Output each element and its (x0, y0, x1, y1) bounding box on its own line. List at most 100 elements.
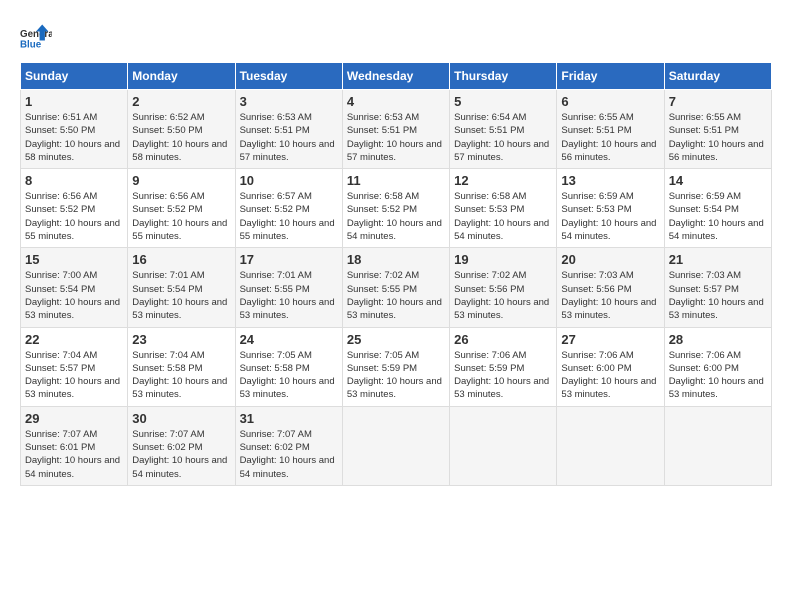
calendar-cell: 10 Sunrise: 6:57 AM Sunset: 5:52 PM Dayl… (235, 169, 342, 248)
day-info: Sunrise: 6:53 AM Sunset: 5:51 PM Dayligh… (240, 111, 338, 164)
day-info: Sunrise: 7:06 AM Sunset: 5:59 PM Dayligh… (454, 349, 552, 402)
column-header-monday: Monday (128, 63, 235, 90)
column-headers: SundayMondayTuesdayWednesdayThursdayFrid… (21, 63, 772, 90)
calendar-cell (557, 406, 664, 485)
day-number: 14 (669, 173, 767, 188)
calendar-cell: 12 Sunrise: 6:58 AM Sunset: 5:53 PM Dayl… (450, 169, 557, 248)
day-number: 7 (669, 94, 767, 109)
calendar-cell (450, 406, 557, 485)
calendar-cell: 2 Sunrise: 6:52 AM Sunset: 5:50 PM Dayli… (128, 90, 235, 169)
day-info: Sunrise: 6:56 AM Sunset: 5:52 PM Dayligh… (25, 190, 123, 243)
column-header-wednesday: Wednesday (342, 63, 449, 90)
calendar-cell: 31 Sunrise: 7:07 AM Sunset: 6:02 PM Dayl… (235, 406, 342, 485)
calendar-cell (342, 406, 449, 485)
day-info: Sunrise: 7:01 AM Sunset: 5:54 PM Dayligh… (132, 269, 230, 322)
day-number: 22 (25, 332, 123, 347)
calendar-cell: 16 Sunrise: 7:01 AM Sunset: 5:54 PM Dayl… (128, 248, 235, 327)
day-info: Sunrise: 7:05 AM Sunset: 5:58 PM Dayligh… (240, 349, 338, 402)
logo-icon: GeneralBlue (20, 20, 52, 52)
day-info: Sunrise: 6:57 AM Sunset: 5:52 PM Dayligh… (240, 190, 338, 243)
week-row-5: 29 Sunrise: 7:07 AM Sunset: 6:01 PM Dayl… (21, 406, 772, 485)
day-number: 3 (240, 94, 338, 109)
day-info: Sunrise: 6:55 AM Sunset: 5:51 PM Dayligh… (669, 111, 767, 164)
calendar-cell: 1 Sunrise: 6:51 AM Sunset: 5:50 PM Dayli… (21, 90, 128, 169)
day-info: Sunrise: 6:58 AM Sunset: 5:53 PM Dayligh… (454, 190, 552, 243)
week-row-3: 15 Sunrise: 7:00 AM Sunset: 5:54 PM Dayl… (21, 248, 772, 327)
day-info: Sunrise: 7:07 AM Sunset: 6:02 PM Dayligh… (240, 428, 338, 481)
day-info: Sunrise: 7:05 AM Sunset: 5:59 PM Dayligh… (347, 349, 445, 402)
day-number: 28 (669, 332, 767, 347)
day-info: Sunrise: 6:52 AM Sunset: 5:50 PM Dayligh… (132, 111, 230, 164)
calendar-cell: 20 Sunrise: 7:03 AM Sunset: 5:56 PM Dayl… (557, 248, 664, 327)
day-info: Sunrise: 6:55 AM Sunset: 5:51 PM Dayligh… (561, 111, 659, 164)
calendar-cell: 23 Sunrise: 7:04 AM Sunset: 5:58 PM Dayl… (128, 327, 235, 406)
column-header-thursday: Thursday (450, 63, 557, 90)
day-number: 24 (240, 332, 338, 347)
day-number: 13 (561, 173, 659, 188)
day-number: 20 (561, 252, 659, 267)
day-number: 12 (454, 173, 552, 188)
calendar-cell: 22 Sunrise: 7:04 AM Sunset: 5:57 PM Dayl… (21, 327, 128, 406)
day-number: 10 (240, 173, 338, 188)
column-header-saturday: Saturday (664, 63, 771, 90)
day-number: 15 (25, 252, 123, 267)
day-info: Sunrise: 6:54 AM Sunset: 5:51 PM Dayligh… (454, 111, 552, 164)
day-number: 9 (132, 173, 230, 188)
logo: GeneralBlue (20, 20, 52, 52)
calendar-cell: 15 Sunrise: 7:00 AM Sunset: 5:54 PM Dayl… (21, 248, 128, 327)
day-info: Sunrise: 7:06 AM Sunset: 6:00 PM Dayligh… (561, 349, 659, 402)
calendar-cell: 7 Sunrise: 6:55 AM Sunset: 5:51 PM Dayli… (664, 90, 771, 169)
day-number: 21 (669, 252, 767, 267)
day-info: Sunrise: 7:00 AM Sunset: 5:54 PM Dayligh… (25, 269, 123, 322)
calendar-cell: 17 Sunrise: 7:01 AM Sunset: 5:55 PM Dayl… (235, 248, 342, 327)
day-number: 29 (25, 411, 123, 426)
day-number: 11 (347, 173, 445, 188)
calendar-cell: 8 Sunrise: 6:56 AM Sunset: 5:52 PM Dayli… (21, 169, 128, 248)
day-info: Sunrise: 6:56 AM Sunset: 5:52 PM Dayligh… (132, 190, 230, 243)
day-info: Sunrise: 6:59 AM Sunset: 5:54 PM Dayligh… (669, 190, 767, 243)
day-info: Sunrise: 7:03 AM Sunset: 5:57 PM Dayligh… (669, 269, 767, 322)
calendar-cell (664, 406, 771, 485)
calendar-cell: 11 Sunrise: 6:58 AM Sunset: 5:52 PM Dayl… (342, 169, 449, 248)
day-number: 1 (25, 94, 123, 109)
day-number: 17 (240, 252, 338, 267)
calendar-cell: 3 Sunrise: 6:53 AM Sunset: 5:51 PM Dayli… (235, 90, 342, 169)
week-row-4: 22 Sunrise: 7:04 AM Sunset: 5:57 PM Dayl… (21, 327, 772, 406)
day-number: 23 (132, 332, 230, 347)
day-info: Sunrise: 6:58 AM Sunset: 5:52 PM Dayligh… (347, 190, 445, 243)
day-info: Sunrise: 6:59 AM Sunset: 5:53 PM Dayligh… (561, 190, 659, 243)
day-info: Sunrise: 7:07 AM Sunset: 6:01 PM Dayligh… (25, 428, 123, 481)
header: GeneralBlue (20, 20, 772, 52)
calendar-cell: 21 Sunrise: 7:03 AM Sunset: 5:57 PM Dayl… (664, 248, 771, 327)
day-number: 31 (240, 411, 338, 426)
calendar-cell: 9 Sunrise: 6:56 AM Sunset: 5:52 PM Dayli… (128, 169, 235, 248)
column-header-sunday: Sunday (21, 63, 128, 90)
day-info: Sunrise: 7:06 AM Sunset: 6:00 PM Dayligh… (669, 349, 767, 402)
calendar-cell: 24 Sunrise: 7:05 AM Sunset: 5:58 PM Dayl… (235, 327, 342, 406)
day-number: 19 (454, 252, 552, 267)
day-number: 2 (132, 94, 230, 109)
calendar-cell: 27 Sunrise: 7:06 AM Sunset: 6:00 PM Dayl… (557, 327, 664, 406)
calendar-cell: 6 Sunrise: 6:55 AM Sunset: 5:51 PM Dayli… (557, 90, 664, 169)
day-number: 4 (347, 94, 445, 109)
calendar-cell: 19 Sunrise: 7:02 AM Sunset: 5:56 PM Dayl… (450, 248, 557, 327)
day-number: 8 (25, 173, 123, 188)
calendar-cell: 26 Sunrise: 7:06 AM Sunset: 5:59 PM Dayl… (450, 327, 557, 406)
calendar-cell: 28 Sunrise: 7:06 AM Sunset: 6:00 PM Dayl… (664, 327, 771, 406)
day-number: 6 (561, 94, 659, 109)
calendar-cell: 4 Sunrise: 6:53 AM Sunset: 5:51 PM Dayli… (342, 90, 449, 169)
calendar-cell: 5 Sunrise: 6:54 AM Sunset: 5:51 PM Dayli… (450, 90, 557, 169)
day-info: Sunrise: 7:04 AM Sunset: 5:58 PM Dayligh… (132, 349, 230, 402)
day-info: Sunrise: 7:01 AM Sunset: 5:55 PM Dayligh… (240, 269, 338, 322)
day-number: 5 (454, 94, 552, 109)
calendar-cell: 29 Sunrise: 7:07 AM Sunset: 6:01 PM Dayl… (21, 406, 128, 485)
day-info: Sunrise: 7:03 AM Sunset: 5:56 PM Dayligh… (561, 269, 659, 322)
day-info: Sunrise: 6:53 AM Sunset: 5:51 PM Dayligh… (347, 111, 445, 164)
calendar-cell: 30 Sunrise: 7:07 AM Sunset: 6:02 PM Dayl… (128, 406, 235, 485)
day-number: 16 (132, 252, 230, 267)
calendar-cell: 14 Sunrise: 6:59 AM Sunset: 5:54 PM Dayl… (664, 169, 771, 248)
calendar-cell: 25 Sunrise: 7:05 AM Sunset: 5:59 PM Dayl… (342, 327, 449, 406)
day-info: Sunrise: 7:04 AM Sunset: 5:57 PM Dayligh… (25, 349, 123, 402)
day-number: 26 (454, 332, 552, 347)
day-info: Sunrise: 6:51 AM Sunset: 5:50 PM Dayligh… (25, 111, 123, 164)
